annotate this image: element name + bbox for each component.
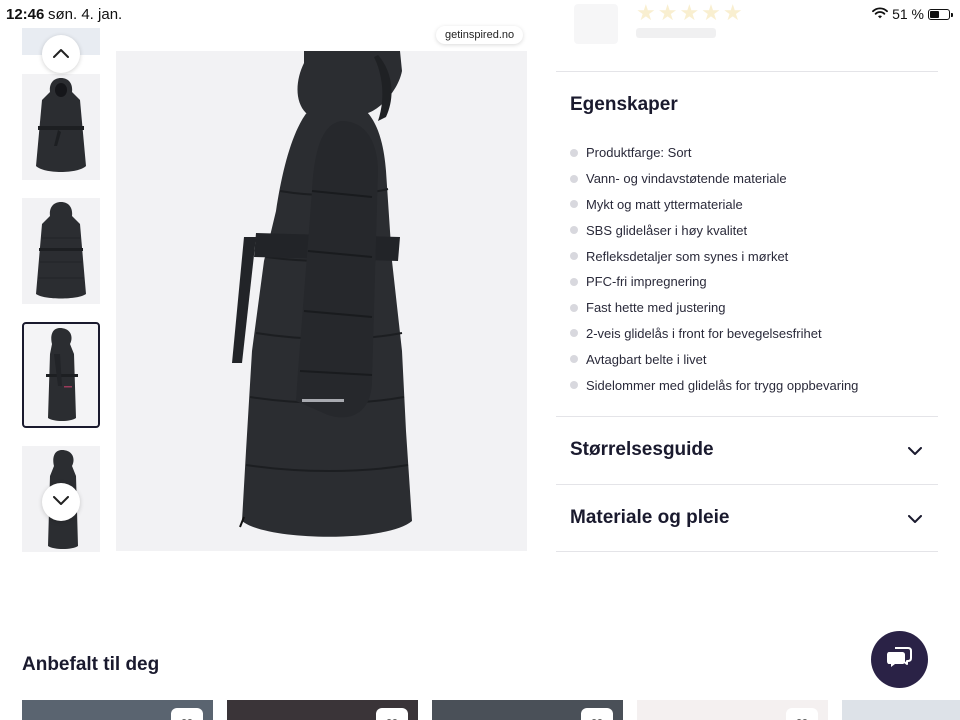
recommended-card[interactable] xyxy=(842,700,960,720)
recommended-card[interactable] xyxy=(637,700,828,720)
divider xyxy=(556,551,938,552)
wifi-icon xyxy=(872,6,888,22)
feature-text: SBS glidelåser i høy kvalitet xyxy=(586,222,748,238)
feature-item: Avtagbart belte i livet xyxy=(570,346,858,372)
bullet xyxy=(570,200,578,209)
rating-stars: ★★★★★ xyxy=(636,0,745,25)
status-date: søn. 4. jan. xyxy=(48,6,123,23)
feature-text: Mykt og matt yttermateriale xyxy=(586,196,743,212)
favorite-button[interactable] xyxy=(581,708,613,720)
feature-item: Refleksdetaljer som synes i mørket xyxy=(570,243,858,269)
features-list: Produktfarge: Sort Vann- og vindavstøten… xyxy=(570,140,858,398)
bullet xyxy=(570,252,578,261)
rating-thumbnail xyxy=(574,4,618,44)
favorite-button[interactable] xyxy=(786,708,818,720)
card-image xyxy=(842,700,960,720)
recommended-card[interactable] xyxy=(22,700,213,720)
feature-item: Vann- og vindavstøtende materiale xyxy=(570,166,858,192)
feature-item: Produktfarge: Sort xyxy=(570,140,858,166)
bullet xyxy=(570,303,578,312)
feature-text: Sidelommer med glidelås for trygg oppbev… xyxy=(586,377,859,393)
recommended-card[interactable] xyxy=(432,700,623,720)
bullet xyxy=(570,381,578,390)
main-product-image[interactable] xyxy=(116,51,527,551)
chevron-down-icon xyxy=(908,443,922,461)
thumbnail-front-belted[interactable] xyxy=(22,74,100,180)
bullet xyxy=(570,174,578,183)
feature-item: Sidelommer med glidelås for trygg oppbev… xyxy=(570,372,858,398)
coat-side-view-illustration xyxy=(232,51,412,537)
heart-icon xyxy=(590,714,604,720)
status-time: 12:46 xyxy=(6,6,45,23)
feature-text: 2-veis glidelås i front for bevegelsesfr… xyxy=(586,325,822,341)
accordion-label: Materiale og pleie xyxy=(570,507,730,528)
rating-count xyxy=(636,28,716,38)
status-indicators: 51 % xyxy=(872,6,953,22)
chevron-down-icon xyxy=(53,493,69,511)
feature-item: Fast hette med justering xyxy=(570,295,858,321)
bullet xyxy=(570,355,578,364)
material-care-accordion[interactable]: Materiale og pleie xyxy=(556,485,938,551)
feature-text: Avtagbart belte i livet xyxy=(586,351,707,367)
recommended-card[interactable] xyxy=(227,700,418,720)
thumbnail-prev-button[interactable] xyxy=(42,35,80,73)
battery-icon xyxy=(928,8,953,20)
feature-item: SBS glidelåser i høy kvalitet xyxy=(570,217,858,243)
feature-text: Vann- og vindavstøtende materiale xyxy=(586,171,787,187)
battery-percent: 51 % xyxy=(892,6,924,22)
feature-item: 2-veis glidelås i front for bevegelsesfr… xyxy=(570,321,858,347)
feature-text: PFC-fri impregnering xyxy=(586,274,707,290)
bullet xyxy=(570,329,578,338)
recommended-title: Anbefalt til deg xyxy=(22,654,160,675)
favorite-button[interactable] xyxy=(376,708,408,720)
feature-text: Produktfarge: Sort xyxy=(586,145,692,161)
feature-item: Mykt og matt yttermateriale xyxy=(570,192,858,218)
favorite-button[interactable] xyxy=(171,708,203,720)
feature-text: Refleksdetaljer som synes i mørket xyxy=(586,248,789,264)
chevron-down-icon xyxy=(908,511,922,529)
thumbnail-back[interactable] xyxy=(22,198,100,304)
features-title: Egenskaper xyxy=(570,94,678,115)
chat-bubbles-icon xyxy=(886,645,914,674)
thumbnail-side-selected[interactable] xyxy=(22,322,100,428)
feature-text: Fast hette med justering xyxy=(586,300,726,316)
chat-button[interactable] xyxy=(871,631,928,688)
bullet xyxy=(570,277,578,286)
chevron-up-icon xyxy=(53,45,69,63)
heart-icon xyxy=(385,714,399,720)
bullet xyxy=(570,148,578,157)
heart-icon xyxy=(180,714,194,720)
divider xyxy=(556,71,938,72)
size-guide-accordion[interactable]: Størrelsesguide xyxy=(556,417,938,483)
thumbnail-next-button[interactable] xyxy=(42,483,80,521)
heart-icon xyxy=(795,714,809,720)
feature-item: PFC-fri impregnering xyxy=(570,269,858,295)
bullet xyxy=(570,226,578,235)
status-bar: 12:46 søn. 4. jan. 51 % xyxy=(0,0,960,28)
accordion-label: Størrelsesguide xyxy=(570,439,714,460)
product-rating: ★★★★★ xyxy=(570,0,770,50)
url-label[interactable]: getinspired.no xyxy=(436,26,524,44)
